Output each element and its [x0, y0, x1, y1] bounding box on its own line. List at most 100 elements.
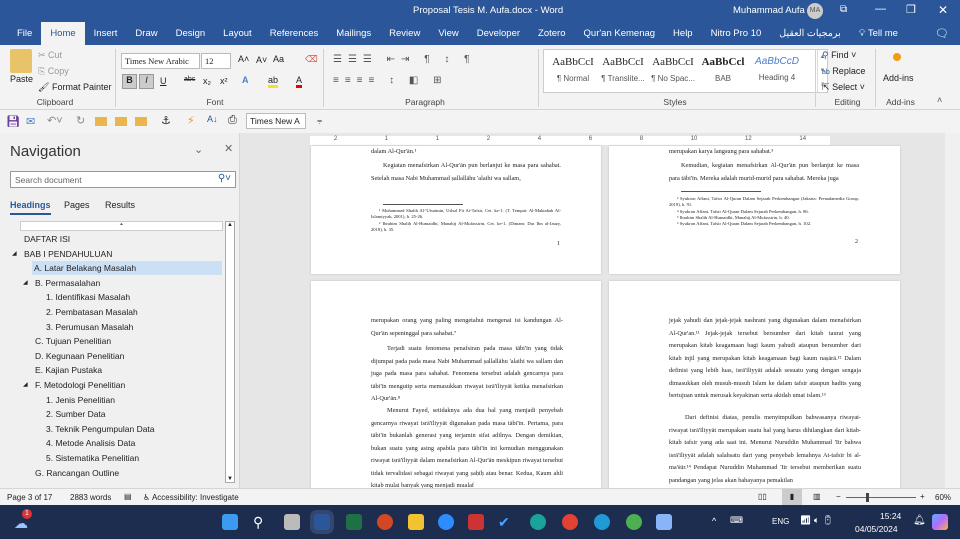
word-icon[interactable]: [314, 514, 330, 530]
nav-heading-item[interactable]: 2. Pembatasan Masalah: [46, 305, 138, 319]
addins-button[interactable]: Add-ins: [883, 73, 914, 83]
document-scrollbar[interactable]: [945, 133, 960, 488]
nav-heading-item[interactable]: D. Kegunaan Penelitian: [35, 349, 124, 363]
clock-date[interactable]: 04/05/2024: [855, 524, 898, 534]
customize-qat-icon[interactable]: ⩦: [317, 115, 322, 126]
undo-icon[interactable]: ↶˅: [47, 114, 63, 127]
word-count[interactable]: 2883 words: [70, 493, 111, 502]
tab-nitro[interactable]: Nitro Pro 10: [702, 22, 771, 45]
start-icon[interactable]: [222, 514, 238, 530]
format-painter-button[interactable]: 🖌︎ Format Painter: [38, 82, 111, 93]
print-layout-icon[interactable]: ▮: [782, 489, 802, 505]
nav-heading-item[interactable]: ◢ B. Permasalahan: [23, 276, 100, 290]
style-bab[interactable]: AaBbCcl BAB: [697, 56, 749, 83]
find-button[interactable]: ⚲ Find ˅: [822, 50, 856, 61]
tab-results[interactable]: Results: [105, 200, 135, 210]
zoom-slider[interactable]: [846, 493, 916, 502]
strikethrough-button[interactable]: abc: [184, 76, 195, 83]
chrome-icon[interactable]: [562, 514, 578, 530]
nav-heading-item[interactable]: 1. Identifikasi Masalah: [46, 290, 130, 304]
alignment-buttons[interactable]: ≡≡≡≡ ↕ ◧ ⊞: [333, 75, 448, 86]
redo-icon[interactable]: ↻: [76, 114, 85, 127]
edge-icon[interactable]: [594, 514, 610, 530]
tab-design[interactable]: Design: [167, 22, 215, 45]
zoom-app-icon[interactable]: [438, 514, 454, 530]
paste-button[interactable]: Paste: [10, 74, 33, 84]
notifications-icon[interactable]: 🔔︎: [913, 515, 926, 526]
scroll-up-icon[interactable]: ▲: [226, 222, 234, 228]
style-normal[interactable]: AaBbCcI ¶ Normal: [547, 56, 599, 83]
nav-heading-item[interactable]: 5. Sistematika Penelitian: [46, 451, 139, 465]
text-effects-button[interactable]: A: [242, 75, 249, 85]
tab-zotero[interactable]: Zotero: [529, 22, 574, 45]
clock-time[interactable]: 15:24: [880, 511, 901, 521]
ribbon-display-icon[interactable]: ⧉: [840, 4, 847, 15]
tab-help[interactable]: Help: [664, 22, 702, 45]
web-layout-icon[interactable]: ▥: [813, 492, 821, 501]
superscript-button[interactable]: x²: [220, 76, 228, 86]
network-volume-battery-icons[interactable]: 📶︎ 🔈︎ 🔋︎: [800, 515, 833, 526]
minimize-icon[interactable]: —: [875, 3, 886, 15]
style-no-spacing[interactable]: AaBbCcI ¶ No Spac...: [647, 56, 699, 83]
tab-home[interactable]: Home: [41, 22, 85, 45]
page-count[interactable]: Page 3 of 17: [7, 493, 52, 502]
collapse-ribbon-icon[interactable]: ˄: [937, 95, 942, 105]
page-3[interactable]: merupakan orang yang paling mengetahui m…: [311, 281, 601, 488]
user-name[interactable]: Muhammad Aufa: [733, 5, 805, 16]
nav-heading-item[interactable]: ◢ F. Metodologi Penelitian: [23, 378, 125, 392]
folder-icon-2[interactable]: [135, 117, 147, 126]
zoom-slider-thumb[interactable]: [866, 493, 869, 502]
zoom-in-button[interactable]: +: [920, 492, 925, 501]
highlight-button[interactable]: ab: [268, 75, 279, 88]
tab-review[interactable]: Review: [380, 22, 429, 45]
comments-icon[interactable]: 🗨︎: [935, 27, 949, 40]
tab-arabic-software[interactable]: برمجيات العقيل: [770, 22, 849, 45]
file-explorer-icon[interactable]: [408, 514, 424, 530]
chrome-profile-icon[interactable]: [626, 514, 642, 530]
page-2[interactable]: merupakan karya langsung para sahabat.³ …: [609, 146, 900, 274]
mydigi-icon[interactable]: [530, 514, 546, 530]
underline-button[interactable]: U: [160, 76, 167, 86]
email-icon[interactable]: ✉: [26, 115, 35, 128]
app-icon[interactable]: [468, 514, 484, 530]
expand-triangle-icon[interactable]: ◢: [23, 378, 28, 392]
tab-file[interactable]: File: [8, 22, 41, 45]
avatar[interactable]: MA: [807, 3, 823, 19]
replace-button[interactable]: ab Replace: [822, 66, 865, 76]
style-transliteration[interactable]: AaBbCcI ¶ Translite...: [597, 56, 649, 83]
tab-pages[interactable]: Pages: [64, 200, 90, 210]
nav-heading-item[interactable]: 4. Metode Analisis Data: [46, 436, 135, 450]
bold-button[interactable]: B: [122, 74, 137, 89]
font-size-select[interactable]: 12: [201, 53, 231, 69]
search-document-input[interactable]: Search document ⚲˅: [10, 171, 236, 188]
clear-format-icon[interactable]: ⌫: [305, 54, 318, 65]
italic-button[interactable]: I: [139, 74, 154, 89]
nav-heading-item[interactable]: A. Latar Belakang Masalah: [32, 261, 222, 276]
accessibility-status[interactable]: ♿︎ Accessibility: Investigate: [143, 493, 239, 502]
collapse-all-button[interactable]: ⩡: [20, 221, 223, 231]
scroll-down-icon[interactable]: ▼: [226, 476, 234, 482]
nav-heading-item[interactable]: ◢ BAB I PENDAHULUAN: [12, 247, 112, 261]
excel-icon[interactable]: [346, 514, 362, 530]
language-indicator[interactable]: ENG: [772, 517, 789, 526]
tab-developer[interactable]: Developer: [468, 22, 529, 45]
tab-view[interactable]: View: [429, 22, 467, 45]
change-case-button[interactable]: Aa: [273, 54, 284, 64]
qat-font-select[interactable]: Times New A: [246, 113, 306, 129]
nav-heading-item[interactable]: E. Kajian Pustaka: [35, 363, 102, 377]
search-taskbar-icon[interactable]: ⚲: [253, 514, 269, 530]
zoom-level[interactable]: 60%: [935, 493, 951, 502]
tab-insert[interactable]: Insert: [85, 22, 127, 45]
show-hidden-icons[interactable]: ^: [712, 516, 716, 526]
subscript-button[interactable]: x₂: [203, 76, 211, 86]
zoom-out-button[interactable]: −: [836, 492, 841, 501]
font-color-button[interactable]: A: [296, 75, 303, 88]
select-button[interactable]: ⇱ Select ˅: [822, 82, 865, 93]
task-view-icon[interactable]: [284, 514, 300, 530]
tell-me[interactable]: 💡︎ Tell me: [850, 22, 907, 45]
grow-font-button[interactable]: A˄: [238, 54, 249, 64]
todo-icon[interactable]: ✔: [498, 514, 514, 530]
nav-options-icon[interactable]: ⌄: [194, 143, 203, 156]
nav-heading-item[interactable]: 1. Jenis Penelitian: [46, 393, 115, 407]
restore-icon[interactable]: ❐: [906, 3, 916, 16]
